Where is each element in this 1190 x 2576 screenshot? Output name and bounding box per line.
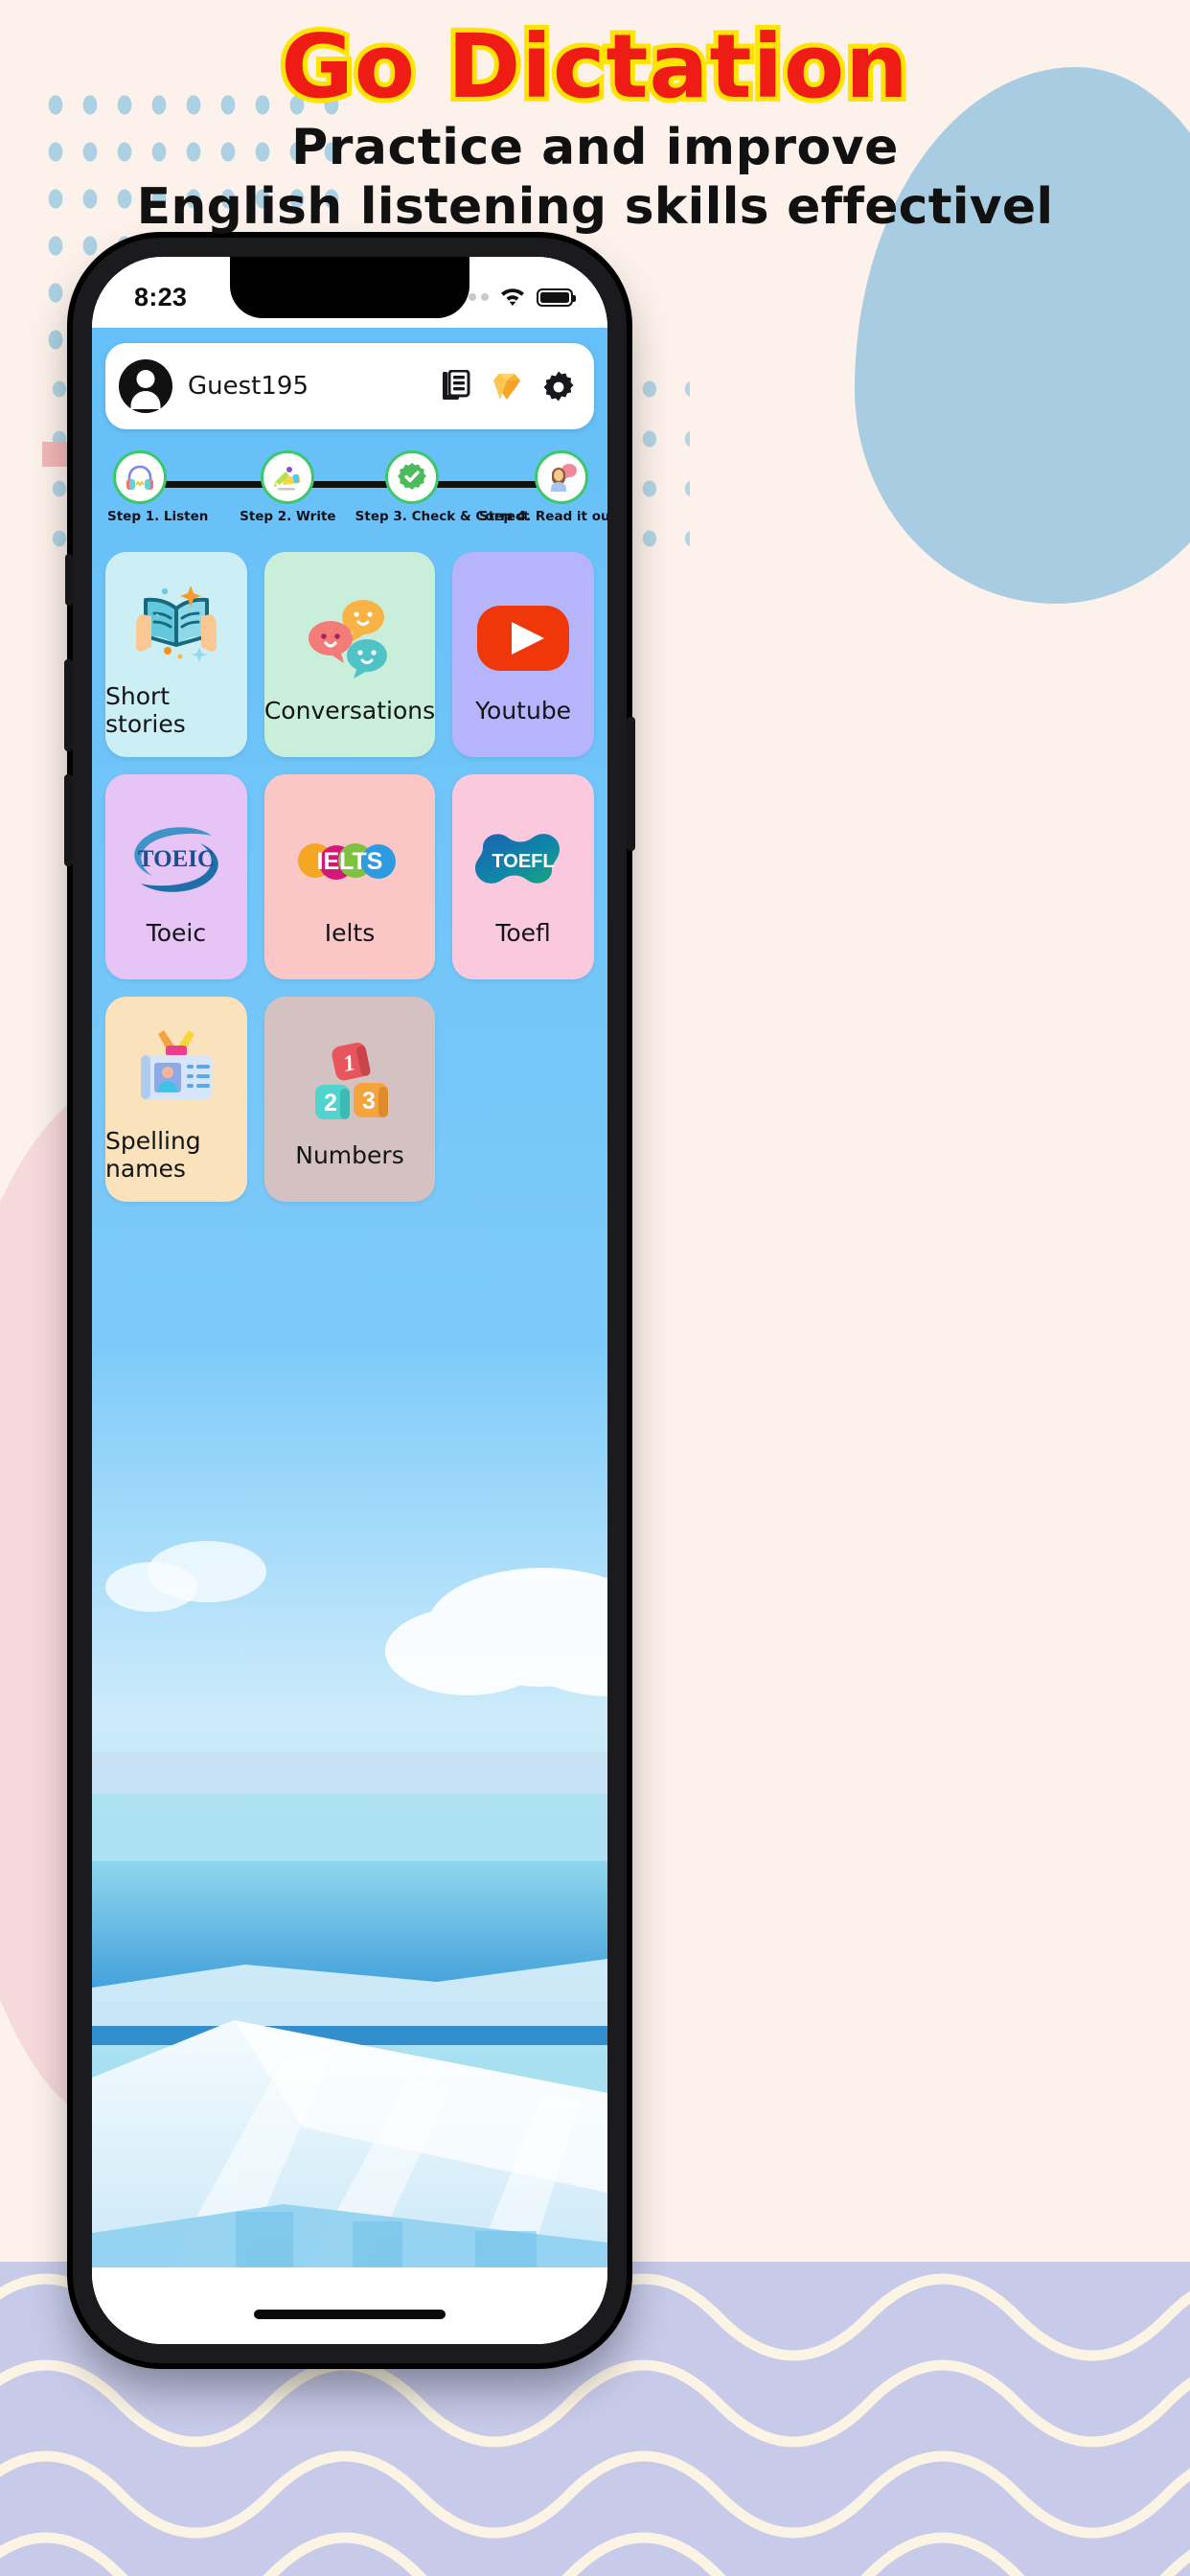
phone-mockup: Guest195 Step 1. Listen Step 2. Write St… bbox=[64, 238, 635, 2363]
tile-toeic[interactable]: TOEIC Toeic bbox=[105, 774, 247, 979]
steps-progress: Step 1. Listen Step 2. Write Step 3. Che… bbox=[92, 450, 607, 539]
step-label-3: Step 3. Check & Correct bbox=[355, 509, 530, 524]
tile-conversations[interactable]: Conversations bbox=[263, 552, 436, 757]
phone-power-button bbox=[627, 717, 635, 851]
ielts-logo-icon: IELTS bbox=[294, 808, 405, 913]
subtitle-line-2: English listening skills effectivel bbox=[136, 177, 1054, 236]
account-avatar-icon[interactable] bbox=[119, 359, 172, 413]
toeic-logo-icon: TOEIC bbox=[120, 808, 233, 913]
tile-numbers[interactable]: 1 2 3 Numbers bbox=[263, 997, 436, 1202]
phone-notch bbox=[230, 257, 469, 318]
number-blocks-icon: 1 2 3 bbox=[300, 1030, 400, 1136]
step-label-1: Step 1. Listen bbox=[107, 509, 209, 524]
tile-label-spelling-names: Spelling names bbox=[105, 1127, 201, 1183]
speaking-person-icon bbox=[534, 450, 588, 504]
wifi-icon bbox=[499, 285, 526, 310]
number-block-3-text: 3 bbox=[362, 1088, 376, 1115]
step-item-3[interactable]: Step 3. Check & Correct bbox=[355, 450, 530, 524]
tile-toefl[interactable]: TOEFL Toefl bbox=[452, 774, 594, 979]
toeic-logo-text: TOEIC bbox=[138, 846, 215, 872]
username-label: Guest195 bbox=[188, 372, 309, 401]
tile-label-conversations: Conversations bbox=[263, 696, 436, 724]
step-label-4: Step 4. Read it out loud bbox=[478, 509, 607, 524]
page-title: Go Dictation bbox=[276, 15, 912, 118]
tile-short-stories[interactable]: Short stories bbox=[105, 552, 247, 757]
youtube-play-icon bbox=[473, 586, 573, 691]
check-badge-icon bbox=[384, 450, 439, 504]
tile-label-short-stories: Short stories bbox=[105, 682, 186, 738]
pencil-writing-icon bbox=[261, 450, 315, 504]
tile-spelling-names[interactable]: Spelling names bbox=[105, 997, 247, 1202]
ielts-logo-text: IELTS bbox=[317, 848, 383, 875]
header-icon-group bbox=[439, 370, 575, 402]
speech-bubbles-icon bbox=[300, 586, 400, 691]
tile-label-youtube: Youtube bbox=[475, 696, 572, 724]
number-block-2-text: 2 bbox=[324, 1090, 337, 1116]
diamond-gem-icon[interactable] bbox=[491, 370, 523, 402]
tile-label-numbers: Numbers bbox=[295, 1140, 404, 1169]
tile-label-toefl: Toefl bbox=[495, 918, 551, 947]
toefl-logo-text: TOEFL bbox=[492, 851, 554, 872]
gear-settings-icon[interactable] bbox=[542, 370, 575, 402]
toefl-logo-icon: TOEFL bbox=[469, 808, 577, 913]
headphones-icon bbox=[113, 450, 167, 504]
step-label-2: Step 2. Write bbox=[240, 509, 336, 524]
tile-youtube[interactable]: Youtube bbox=[452, 552, 594, 757]
phone-volume-down-button bbox=[64, 774, 73, 866]
phone-volume-up-button bbox=[64, 659, 73, 751]
step-item-1[interactable]: Step 1. Listen bbox=[107, 450, 220, 524]
battery-full-icon bbox=[537, 288, 576, 307]
app-root: Guest195 Step 1. Listen Step 2. Write St… bbox=[92, 257, 607, 2344]
app-content: Guest195 Step 1. Listen Step 2. Write St… bbox=[92, 257, 607, 1202]
subtitle-line-1: Practice and improve bbox=[291, 118, 899, 176]
phone-screen: Guest195 Step 1. Listen Step 2. Write St… bbox=[92, 257, 607, 2344]
open-book-hands-icon bbox=[128, 571, 224, 677]
tile-ielts[interactable]: IELTS Ielts bbox=[263, 774, 436, 979]
tile-label-ielts: Ielts bbox=[324, 918, 376, 947]
step-item-4[interactable]: Step 4. Read it out loud bbox=[478, 450, 607, 524]
home-indicator[interactable] bbox=[254, 2310, 446, 2319]
screen-bottom-bar bbox=[92, 2267, 607, 2344]
feature-tile-grid: Short stories Conversations Youtube TOEI… bbox=[92, 539, 607, 1202]
phone-mute-switch bbox=[65, 554, 73, 606]
steps-row: Step 1. Listen Step 2. Write Step 3. Che… bbox=[102, 450, 607, 524]
status-bar-time: 8:23 bbox=[134, 282, 188, 311]
id-badge-icon bbox=[126, 1016, 227, 1121]
book-list-icon[interactable] bbox=[439, 370, 471, 402]
marketing-headline: Go Dictation Practice and improve Englis… bbox=[0, 0, 1190, 235]
step-item-2[interactable]: Step 2. Write bbox=[231, 450, 344, 524]
app-header-bar: Guest195 bbox=[105, 343, 594, 429]
tile-label-toeic: Toeic bbox=[146, 918, 207, 947]
